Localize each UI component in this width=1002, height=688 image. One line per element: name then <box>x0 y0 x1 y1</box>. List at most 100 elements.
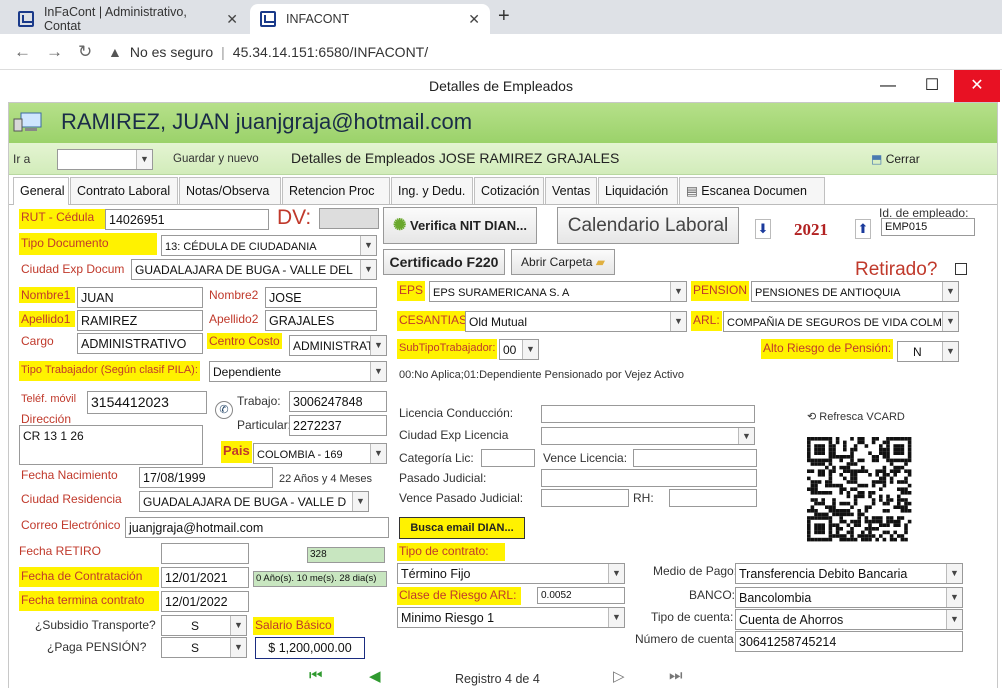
cesantias-combo[interactable]: Old Mutual ▼ <box>465 311 687 332</box>
pension-combo[interactable]: PENSIONES DE ANTIOQUIA ▼ <box>751 281 959 302</box>
chevron-down-icon[interactable]: ▼ <box>360 236 376 255</box>
abrir-carpeta-button[interactable]: Abrir Carpeta ▰ <box>511 249 615 275</box>
numero-cuenta-input[interactable]: 30641258745214 <box>735 631 963 652</box>
minimize-button[interactable]: — <box>866 70 910 102</box>
year-down-button[interactable]: ⬇ <box>755 219 771 239</box>
tipo-cuenta-combo[interactable]: Cuenta de Ahorros ▼ <box>735 609 963 630</box>
chevron-down-icon[interactable]: ▼ <box>946 564 962 583</box>
categoria-input[interactable] <box>481 449 535 467</box>
chevron-down-icon[interactable]: ▼ <box>942 282 958 301</box>
subtipo-combo[interactable]: 00 ▼ <box>499 339 539 360</box>
chevron-down-icon[interactable]: ▼ <box>370 362 386 381</box>
cargo-input[interactable]: ADMINISTRATIVO <box>77 333 203 354</box>
browser-tab-infacont[interactable]: INFACONT ✕ <box>250 4 490 34</box>
pais-combo[interactable]: COLOMBIA - 169 ▼ <box>253 443 387 464</box>
banco-combo[interactable]: Bancolombia ▼ <box>735 587 963 608</box>
vence-pasado-input[interactable] <box>541 489 629 507</box>
chevron-down-icon[interactable]: ▼ <box>352 492 368 511</box>
ir-a-combo[interactable]: ▼ <box>57 149 153 170</box>
close-form-button[interactable]: ⬒ Cerrar <box>871 152 920 166</box>
trabajo-input[interactable]: 3006247848 <box>289 391 387 412</box>
tab-contrato-laboral[interactable]: Contrato Laboral <box>70 177 178 204</box>
tab-liquidacion[interactable]: Liquidación <box>598 177 678 204</box>
fecha-contratacion-input[interactable]: 12/01/2021 <box>161 567 249 588</box>
chevron-down-icon[interactable]: ▼ <box>942 312 958 331</box>
browser-tab-infacont-admin[interactable]: InFaCont | Administrativo, Contat ✕ <box>8 4 248 34</box>
tab-ingresos-deducciones[interactable]: Ing. y Dedu. <box>391 177 473 204</box>
ciudad-residencia-combo[interactable]: GUADALAJARA DE BUGA - VALLE D ▼ <box>139 491 369 512</box>
certificado-f220-button[interactable]: Certificado F220 <box>383 249 505 275</box>
tab-retencion[interactable]: Retencion Proc 1 <box>282 177 390 224</box>
chevron-down-icon[interactable]: ▼ <box>946 610 962 629</box>
close-tab-icon[interactable]: ✕ <box>226 11 238 28</box>
chevron-down-icon[interactable]: ▼ <box>230 616 246 635</box>
retirado-checkbox[interactable] <box>955 263 967 275</box>
nombre1-input[interactable]: JUAN <box>77 287 203 308</box>
chevron-down-icon[interactable]: ▼ <box>360 260 376 279</box>
fecha-nacimiento-input[interactable]: 17/08/1999 <box>139 467 273 488</box>
tab-escanea-documento[interactable]: ▤ Escanea Documen <box>679 177 825 204</box>
centro-costo-combo[interactable]: ADMINISTRAT ▼ <box>289 335 387 356</box>
chevron-down-icon[interactable]: ▼ <box>670 312 686 331</box>
subsidio-combo[interactable]: S ▼ <box>161 615 247 636</box>
fecha-retiro-input[interactable] <box>161 543 249 564</box>
chevron-down-icon[interactable]: ▼ <box>608 608 624 627</box>
year-up-button[interactable]: ⬆ <box>855 219 871 239</box>
new-tab-icon[interactable]: + <box>498 5 510 28</box>
chevron-down-icon[interactable]: ▼ <box>370 336 386 355</box>
rh-input[interactable] <box>669 489 757 507</box>
vence-licencia-input[interactable] <box>633 449 757 467</box>
maximize-button[interactable]: ☐ <box>910 70 954 102</box>
tipo-trabajador-combo[interactable]: Dependiente ▼ <box>209 361 387 382</box>
clase-riesgo-input[interactable]: 0.0052 <box>537 587 625 604</box>
licencia-input[interactable] <box>541 405 755 423</box>
movil-input[interactable]: 3154412023 <box>87 391 207 414</box>
tab-cotizacion[interactable]: Cotización <box>474 177 544 204</box>
eps-combo[interactable]: EPS SURAMERICANA S. A ▼ <box>429 281 687 302</box>
previous-record-icon[interactable]: ◀ <box>369 667 381 685</box>
riesgo-combo[interactable]: Minimo Riesgo 1 ▼ <box>397 607 625 628</box>
particular-input[interactable]: 2272237 <box>289 415 387 436</box>
last-record-icon[interactable]: ⏭ <box>669 667 683 684</box>
close-tab-icon[interactable]: ✕ <box>468 11 480 28</box>
busca-email-button[interactable]: Busca email DIAN... <box>399 517 525 539</box>
reload-icon[interactable]: ↻ <box>78 42 92 62</box>
url-box[interactable]: ▲ No es seguro | 45.34.14.151:6580/INFAC… <box>108 38 998 66</box>
medio-pago-combo[interactable]: Transferencia Debito Bancaria ▼ <box>735 563 963 584</box>
pasado-judicial-input[interactable] <box>541 469 757 487</box>
paga-pension-combo[interactable]: S ▼ <box>161 637 247 658</box>
forward-arrow-icon[interactable]: → <box>46 42 63 62</box>
chevron-down-icon[interactable]: ▼ <box>608 564 624 583</box>
direccion-input[interactable]: CR 13 1 26 <box>19 425 203 465</box>
chevron-down-icon[interactable]: ▼ <box>946 588 962 607</box>
tab-general[interactable]: General <box>13 177 69 206</box>
nombre2-input[interactable]: JOSE <box>265 287 377 308</box>
alto-riesgo-combo[interactable]: N ▼ <box>897 341 959 362</box>
tipo-contrato-combo[interactable]: Término Fijo ▼ <box>397 563 625 584</box>
close-window-button[interactable]: ✕ <box>954 70 1000 102</box>
chevron-down-icon[interactable]: ▼ <box>670 282 686 301</box>
back-arrow-icon[interactable]: ← <box>14 42 31 62</box>
chevron-down-icon[interactable]: ▼ <box>522 340 538 359</box>
chevron-down-icon[interactable]: ▼ <box>136 150 152 169</box>
chevron-down-icon[interactable]: ▼ <box>942 342 958 361</box>
arl-combo[interactable]: COMPAÑIA DE SEGUROS DE VIDA COLM ▼ <box>723 311 959 332</box>
correo-input[interactable]: juanjgraja@hotmail.com <box>125 517 389 538</box>
rut-input[interactable]: 14026951 <box>105 209 269 230</box>
apellido2-input[interactable]: GRAJALES <box>265 310 377 331</box>
dv-input[interactable] <box>319 208 379 229</box>
calendario-laboral-button[interactable]: Calendario Laboral <box>557 207 739 244</box>
save-new-button[interactable]: Guardar y nuevo <box>173 151 259 167</box>
refresca-vcard-button[interactable]: ⟲ Refresca VCARD <box>807 409 905 425</box>
id-empleado-input[interactable]: EMP015 <box>881 218 975 236</box>
chevron-down-icon[interactable]: ▼ <box>370 444 386 463</box>
tipo-documento-combo[interactable]: 13: CÉDULA DE CIUDADANIA ▼ <box>161 235 377 256</box>
ciudad-exp-combo[interactable]: GUADALAJARA DE BUGA - VALLE DEL ▼ <box>131 259 377 280</box>
tab-notas[interactable]: Notas/Observa <box>179 177 281 204</box>
ciudad-licencia-combo[interactable]: ▼ <box>541 427 755 445</box>
salario-input[interactable]: $ 1,200,000.00 <box>255 637 365 659</box>
chevron-down-icon[interactable]: ▼ <box>230 638 246 657</box>
verify-nit-button[interactable]: ✺ Verifica NIT DIAN... <box>383 207 537 244</box>
apellido1-input[interactable]: RAMIREZ <box>77 310 203 331</box>
chevron-down-icon[interactable]: ▼ <box>738 428 754 444</box>
